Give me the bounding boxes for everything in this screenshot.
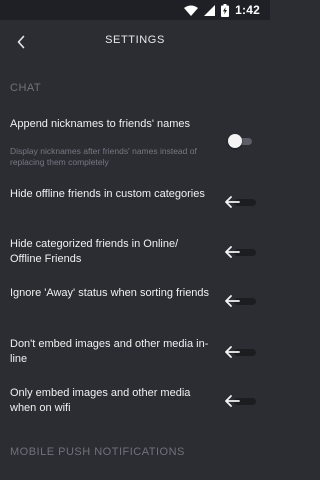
status-bar: 1:42: [0, 0, 270, 20]
battery-charging-icon: [221, 3, 230, 17]
toggle-switch[interactable]: [224, 394, 258, 408]
setting-dont-embed-media[interactable]: Don't embed images and other media in-li…: [0, 332, 270, 372]
setting-title: Don't embed images and other media in-li…: [10, 338, 209, 365]
setting-title: Hide offline friends in custom categorie…: [10, 188, 205, 200]
wifi-icon: [184, 5, 199, 16]
setting-embed-media-on-wifi[interactable]: Only embed images and other media when o…: [0, 381, 270, 421]
toggle-switch[interactable]: [224, 195, 258, 209]
toggle-switch[interactable]: [224, 345, 258, 359]
signal-icon: [204, 4, 216, 16]
setting-description: Display nicknames after friends' names i…: [10, 146, 197, 167]
arrow-left-icon: [225, 246, 240, 258]
toggle-switch[interactable]: [224, 294, 258, 308]
setting-title: Ignore 'Away' status when sorting friend…: [10, 287, 210, 299]
page-title: SETTINGS: [105, 34, 165, 46]
section-header-chat: CHAT: [10, 82, 42, 94]
arrow-left-icon: [225, 196, 240, 208]
toggle-knob: [228, 134, 242, 148]
setting-hide-offline-friends[interactable]: Hide offline friends in custom categorie…: [0, 182, 270, 222]
arrow-left-icon: [225, 295, 240, 307]
setting-append-nicknames[interactable]: Append nicknames to friends' names Displ…: [0, 112, 270, 170]
section-header-mobile-push: MOBILE PUSH NOTIFICATIONS: [10, 446, 185, 458]
status-icons: 1:42: [184, 3, 260, 17]
clock: 1:42: [235, 3, 260, 17]
arrow-left-icon: [225, 395, 240, 407]
setting-title: Append nicknames to friends' names: [10, 118, 191, 130]
arrow-left-icon: [225, 346, 240, 358]
toggle-switch[interactable]: [224, 245, 258, 259]
toggle-switch[interactable]: [228, 134, 252, 148]
setting-hide-categorized-friends[interactable]: Hide categorized friends in Online/ Offl…: [0, 232, 270, 272]
setting-title: Only embed images and other media when o…: [10, 387, 191, 414]
setting-title: Hide categorized friends in Online/ Offl…: [10, 238, 179, 265]
setting-ignore-away-status[interactable]: Ignore 'Away' status when sorting friend…: [0, 281, 270, 321]
app-bar: SETTINGS: [0, 20, 270, 64]
